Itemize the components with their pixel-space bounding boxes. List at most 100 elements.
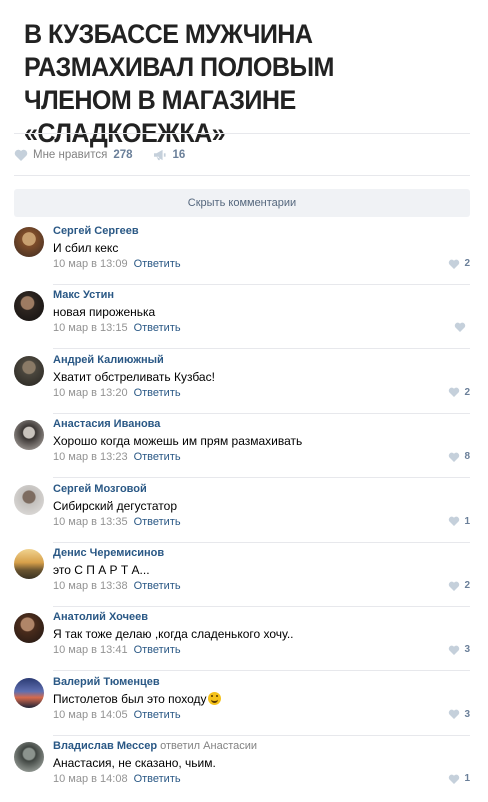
comment-text-row: Пистолетов был это походу <box>53 691 221 706</box>
comment-date[interactable]: 10 мар в 14:05 <box>53 709 128 721</box>
heart-icon <box>449 516 460 527</box>
comment-meta: 10 мар в 13:38 Ответить <box>53 580 181 592</box>
heart-icon <box>449 259 460 269</box>
comment-text: Хорошо когда можешь им прям размахивать <box>53 434 303 449</box>
reply-button[interactable]: Ответить <box>134 387 181 399</box>
heart-icon <box>449 581 460 591</box>
comment-author: Анастасия Иванова <box>53 418 160 430</box>
avatar[interactable] <box>14 420 44 451</box>
avatar[interactable] <box>14 677 44 708</box>
comment-author: Сергей Сергеев <box>53 225 139 237</box>
comment-item: Макс Устин новая пироженька 10 мар в 13:15… <box>14 287 470 351</box>
comment-author-name[interactable]: Анастасия Иванова <box>53 418 160 430</box>
divider <box>53 477 470 479</box>
comment-author: Владислав Мессер ответил Анастасии <box>53 740 257 752</box>
reply-button[interactable]: Ответить <box>134 322 181 334</box>
heart-icon <box>449 387 460 398</box>
heart-icon <box>454 323 466 333</box>
comment-text-row: Сибирский дегустатор <box>53 499 177 513</box>
megaphone-icon <box>153 149 166 161</box>
comment-text-row: И сбил кекс <box>53 241 118 255</box>
comment-date[interactable]: 10 мар в 14:08 <box>53 773 128 785</box>
comment-like-count: 3 <box>464 708 470 720</box>
comment-item: Владислав Мессер ответил Анастасии Анаста… <box>14 738 470 802</box>
reply-button[interactable]: Ответить <box>134 580 181 592</box>
comment-text-row: Хорошо когда можешь им прям размахивать <box>53 434 302 448</box>
comment-meta: 10 мар в 13:09 Ответить <box>53 258 181 270</box>
comment-author: Валерий Тюменцев <box>53 676 160 688</box>
comment-date[interactable]: 10 мар в 13:15 <box>53 322 128 334</box>
comment-like-button[interactable]: 3 <box>448 709 470 720</box>
comment-author-name[interactable]: Анатолий Хочеев <box>53 611 148 623</box>
divider <box>53 348 470 350</box>
avatar[interactable] <box>14 355 44 386</box>
reply-button[interactable]: Ответить <box>134 644 181 656</box>
reply-button[interactable]: Ответить <box>134 451 181 463</box>
like-button[interactable]: Мне нравится 278 <box>14 149 133 161</box>
share-button[interactable]: 16 <box>153 149 185 161</box>
comment-like-count: 2 <box>464 258 470 269</box>
comment-text-row: это С П А Р Т А... <box>53 563 150 577</box>
heart-icon <box>449 645 460 655</box>
divider <box>53 670 470 672</box>
comment-author-name[interactable]: Валерий Тюменцев <box>53 676 160 688</box>
divider <box>14 175 470 176</box>
heart-icon <box>449 709 460 720</box>
comment-author-name[interactable]: Макс Устин <box>53 289 114 301</box>
avatar[interactable] <box>14 227 44 257</box>
comment-item: Анатолий Хочеев Я так тоже делаю ,когда с… <box>14 609 470 673</box>
comment-date[interactable]: 10 мар в 13:41 <box>53 644 128 656</box>
comment-meta: 10 мар в 13:15 Ответить <box>53 322 181 334</box>
post-actions: Мне нравится 278 16 <box>14 145 205 165</box>
comment-author: Макс Устин <box>53 289 114 301</box>
avatar[interactable] <box>14 484 44 515</box>
comment-like-button[interactable]: 1 <box>448 773 470 784</box>
comment-date[interactable]: 10 мар в 13:20 <box>53 387 128 399</box>
comment-text: И сбил кекс <box>53 241 119 255</box>
comment-like-button[interactable]: 2 <box>448 258 470 269</box>
divider <box>53 284 470 285</box>
comment-date[interactable]: 10 мар в 13:35 <box>53 516 128 528</box>
comment-like-button[interactable]: 2 <box>448 387 470 398</box>
comment-item: Андрей Калиюжный Хватит обстреливать Кузб… <box>14 352 470 416</box>
comment-like-button[interactable]: 3 <box>448 644 470 655</box>
reply-to-label: ответил <box>160 740 201 753</box>
heart-icon <box>449 452 460 462</box>
comment-author-name[interactable]: Владислав Мессер <box>53 740 157 752</box>
avatar[interactable] <box>14 613 44 644</box>
reply-button[interactable]: Ответить <box>134 709 181 721</box>
comment-meta: 10 мар в 14:05 Ответить <box>53 709 181 721</box>
comment-like-count: 1 <box>464 515 470 527</box>
avatar[interactable] <box>14 549 44 579</box>
comment-author-name[interactable]: Денис Черемисинов <box>53 547 164 559</box>
comment-author-name[interactable]: Сергей Мозговой <box>53 483 147 495</box>
comment-text-row: Хватит обстреливать Кузбас! <box>53 370 215 384</box>
comment-meta: 10 мар в 13:20 Ответить <box>53 387 181 399</box>
comment-author: Андрей Калиюжный <box>53 354 164 366</box>
comment-like-count: 3 <box>464 644 470 656</box>
reply-to-name[interactable]: Анастасии <box>203 740 257 752</box>
avatar[interactable] <box>14 291 44 322</box>
comment-text: Пистолетов был это походу <box>53 691 207 706</box>
comment-text-row: Анастасия, не сказано, чьим. <box>53 756 216 770</box>
comment-like-button[interactable]: 8 <box>448 451 470 462</box>
comment-meta: 10 мар в 14:08 Ответить <box>53 773 181 785</box>
comment-item: Сергей Сергеев И сбил кекс 10 мар в 13:09 О… <box>14 223 470 287</box>
comment-date[interactable]: 10 мар в 13:23 <box>53 451 128 463</box>
comment-text-row: новая пироженька <box>53 305 155 319</box>
comment-text: Сибирский дегустатор <box>53 498 178 513</box>
comment-like-count: 2 <box>464 580 470 591</box>
reply-button[interactable]: Ответить <box>134 258 181 270</box>
reply-button[interactable]: Ответить <box>134 773 181 785</box>
comment-like-button[interactable] <box>454 322 470 333</box>
reply-button[interactable]: Ответить <box>134 516 181 528</box>
comment-author-name[interactable]: Сергей Сергеев <box>53 225 139 237</box>
hide-comments-button[interactable]: Скрыть комментарии <box>14 189 470 217</box>
comment-date[interactable]: 10 мар в 13:38 <box>53 580 128 592</box>
comment-like-button[interactable]: 2 <box>448 580 470 591</box>
divider <box>53 606 470 607</box>
comment-like-button[interactable]: 1 <box>448 516 470 527</box>
comment-author-name[interactable]: Андрей Калиюжный <box>53 354 164 366</box>
comment-date[interactable]: 10 мар в 13:09 <box>53 258 128 270</box>
avatar[interactable] <box>14 742 44 773</box>
